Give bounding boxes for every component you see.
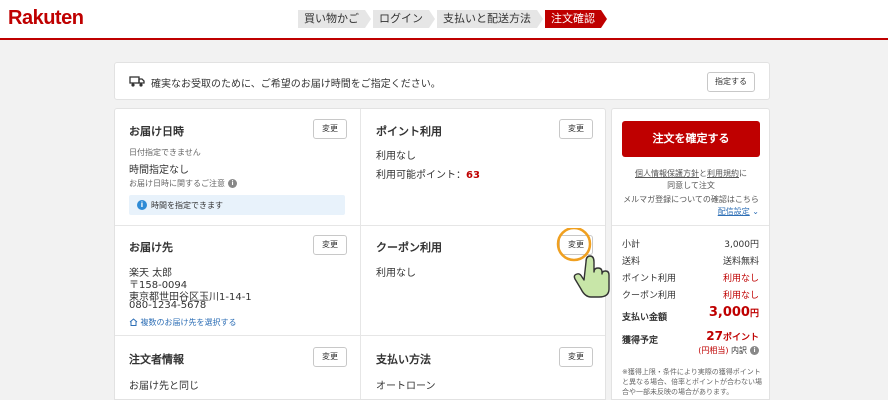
earn-label: 獲得予定 [622,336,659,346]
shipping-fee-value: 送料無料 [722,257,759,267]
points-usage: 利用なし [376,151,416,162]
multiple-addresses-link[interactable]: 複数のお届け先を選択する [129,317,237,328]
delivery-datetime-change-button[interactable]: 変更 [313,119,347,139]
earn-detail: (円相当) 内訳 i [698,345,759,356]
shipping-fee-label: 送料 [622,257,641,267]
pointer-hand-icon [556,228,610,298]
coupon-used-value: 利用なし [722,291,759,301]
order-details-panel: お届け日時 変更 日付指定できません 時間指定なし お届け日時に関するご注意 i … [114,108,606,400]
orderer-title: 注文者情報 [129,353,184,366]
notice-text: 確実なお受取のために、ご希望のお届け時間をご指定ください。 [151,79,441,90]
multiple-addresses-text: 複数のお届け先を選択する [140,318,237,327]
column-divider [360,109,361,399]
summary-divider [612,225,769,226]
earn-unit: ポイント [722,333,759,343]
subtotal-value: 3,000円 [724,240,759,250]
payment-method-value: オートローン [376,381,436,392]
step-login: ログイン [373,10,435,28]
mail-magazine-note: メルマガ登録についての確認はこちら [623,195,759,204]
earn-equivalent: (円相当) [698,346,729,355]
available-points: 利用可能ポイント：63 [376,166,480,181]
privacy-policy-link[interactable]: 個人情報保護方針 [635,169,699,178]
earn-value: 27 [706,329,723,343]
payment-method-title: 支払い方法 [376,353,431,366]
orderer-value: お届け先と同じ [129,381,199,392]
time-specify-info-text: 時間を指定できます [151,201,223,210]
delivery-caution[interactable]: お届け日時に関するご注意 i [129,178,237,189]
rakuten-logo[interactable]: Rakuten [8,7,84,30]
row-divider [115,225,605,226]
step-order-confirm: 注文確認 [545,10,607,28]
shipping-address-change-button[interactable]: 変更 [313,235,347,255]
payment-method-change-button[interactable]: 変更 [559,347,593,367]
total-unit: 円 [749,309,759,319]
mail-settings-link[interactable]: 配信設定 ⌄ [718,206,759,217]
checkout-steps: 買い物かご ログイン 支払いと配送方法 注文確認 [298,9,609,29]
delivery-time-value: 時間指定なし [129,165,189,176]
orderer-change-button[interactable]: 変更 [313,347,347,367]
row-divider [115,335,605,336]
total-amount: 3,000円 [709,305,759,320]
no-date-text: 日付指定できません [129,148,201,157]
points-change-button[interactable]: 変更 [559,119,593,139]
step-payment-shipping: 支払いと配送方法 [437,10,543,28]
coupon-usage: 利用なし [376,268,416,279]
available-points-value: 63 [466,170,480,181]
chevron-down-icon: ⌄ [752,207,759,216]
delivery-time-notice: 確実なお受取のために、ご希望のお届け時間をご指定ください。 指定する [114,62,770,100]
delivery-datetime-title: お届け日時 [129,125,184,138]
info-icon: i [137,200,147,210]
shipping-address-title: お届け先 [129,241,173,254]
points-used-label: ポイント利用 [622,274,677,284]
coupon-title: クーポン利用 [376,241,442,254]
earn-points: 27ポイント [706,329,759,343]
terms-link[interactable]: 利用規約 [707,169,739,178]
info-icon: i [228,179,237,188]
info-icon[interactable]: i [750,346,759,355]
available-points-label: 利用可能ポイント： [376,170,466,181]
step-cart: 買い物かご [298,10,371,28]
delivery-caution-text: お届け日時に関するご注意 [129,179,225,188]
confirm-order-button[interactable]: 注文を確定する [622,121,760,157]
terms-agreement: 個人情報保護方針と利用規約に [635,169,747,178]
points-title: ポイント利用 [376,125,442,138]
order-summary: 注文を確定する 個人情報保護方針と利用規約に 同意して注文 メルマガ登録について… [611,108,770,400]
subtotal-label: 小計 [622,240,641,250]
site-header: Rakuten 買い物かご ログイン 支払いと配送方法 注文確認 [0,0,888,40]
specify-time-button[interactable]: 指定する [707,72,755,92]
total-label: 支払い金額 [622,313,668,323]
home-icon [129,318,138,326]
phone-number: 080-1234-5678 [129,300,207,311]
delivery-truck-clock-icon [129,76,145,87]
coupon-used-label: クーポン利用 [622,291,677,301]
time-specify-info: i 時間を指定できます [129,195,345,215]
points-fineprint: ※獲得上限・条件により実際の獲得ポイントと異なる場合、倍率とポイントが合わない場… [622,368,762,396]
agree-text: 同意して注文 [667,181,715,190]
points-used-value: 利用なし [722,274,759,284]
total-value: 3,000 [708,305,750,320]
earn-breakdown[interactable]: 内訳 [731,346,747,355]
